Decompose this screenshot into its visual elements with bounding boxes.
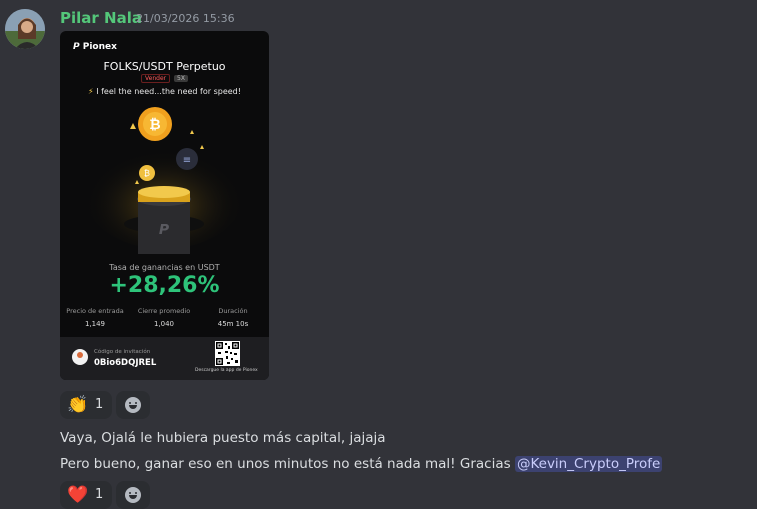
add-reaction-button[interactable] (116, 481, 150, 509)
card-tagline: ⚡ I feel the need...the need for speed! (88, 87, 241, 96)
stat-entry-value: 1,149 (84, 320, 106, 328)
trade-share-card[interactable]: 𝙋 Pionex FOLKS/USDT Perpetuo Vender 5X ⚡… (60, 31, 269, 380)
stat-duration-value: 45m 10s (217, 320, 249, 328)
stat-close-value: 1,040 (153, 320, 175, 328)
avatar-photo (5, 9, 45, 49)
invite-code: 0Bio6DQJREL (94, 358, 157, 368)
return-label: Tasa de ganancias en USDT (109, 263, 220, 272)
reaction-clap[interactable]: 👏 1 (60, 391, 112, 419)
add-reaction-button[interactable] (116, 391, 150, 419)
user-icon (72, 349, 88, 365)
message-line: Pero bueno, ganar eso en unos minutos no… (60, 456, 663, 472)
reaction-count: 1 (95, 397, 104, 412)
smiley-icon (125, 397, 141, 413)
invite-label: Código de invitación (94, 349, 151, 355)
author-name[interactable]: Pilar Nala (60, 9, 142, 27)
stat-duration-label: Duración (218, 307, 248, 315)
avatar[interactable] (5, 9, 45, 49)
heart-icon: ❤️ (67, 485, 89, 505)
message-timestamp: 21/03/2026 15:36 (136, 12, 235, 25)
svg-text:₿: ₿ (144, 169, 150, 178)
svg-text:≡: ≡ (183, 155, 191, 166)
return-value: +28,26% (109, 273, 220, 298)
card-footer: Código de invitación 0Bio6DQJREL Descarg… (60, 337, 269, 380)
magic-hat-illustration: ₿ ≡ ₿ 𝙋 (84, 107, 244, 254)
reaction-count: 1 (95, 487, 104, 502)
message-text: Pero bueno, ganar eso en unos minutos no… (60, 456, 511, 472)
qr-code-icon (215, 341, 240, 366)
stat-close-label: Cierre promedio (137, 307, 191, 315)
trade-pair: FOLKS/USDT Perpetuo (103, 60, 226, 73)
leverage-badge: 5X (174, 75, 188, 82)
clapping-hands-icon: 👏 (67, 395, 89, 415)
brand-logo: 𝙋 Pionex (73, 42, 117, 52)
stat-entry-label: Precio de entrada (66, 307, 124, 315)
brand-mark-icon: 𝙋 (73, 42, 80, 52)
side-badge: Vender (141, 74, 171, 83)
trade-badges: Vender 5X (60, 74, 269, 83)
lightning-icon: ⚡ (88, 87, 94, 96)
reaction-heart[interactable]: ❤️ 1 (60, 481, 112, 509)
message-line: Vaya, Ojalá le hubiera puesto más capita… (60, 430, 386, 446)
download-label: Descargue la app de Pionex (195, 368, 258, 373)
svg-text:₿: ₿ (149, 117, 160, 133)
svg-text:𝙋: 𝙋 (159, 222, 170, 238)
user-mention[interactable]: @Kevin_Crypto_Profe (514, 456, 663, 472)
smiley-icon (125, 487, 141, 503)
